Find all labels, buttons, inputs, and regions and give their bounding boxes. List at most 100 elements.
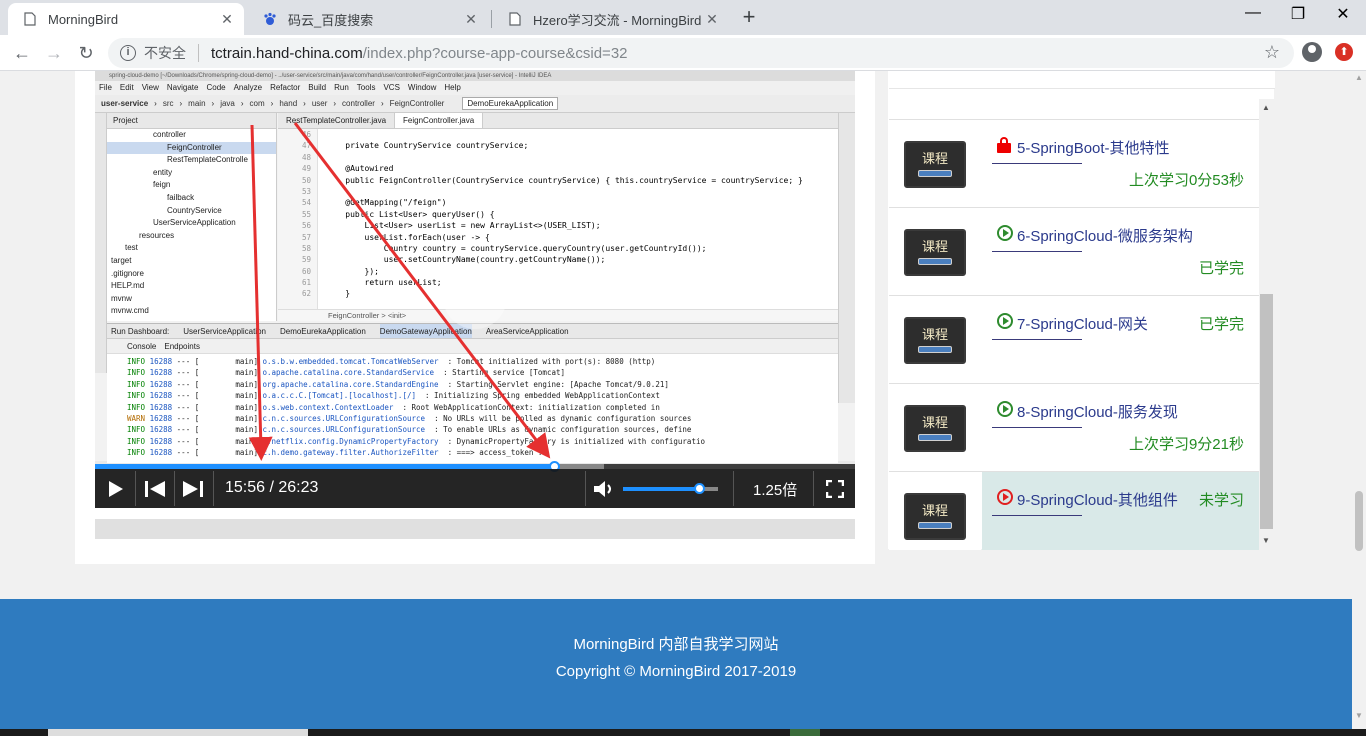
back-button[interactable]: ← bbox=[9, 40, 35, 66]
volume-fill bbox=[623, 487, 699, 491]
course-body[interactable]: 8-SpringCloud-服务发现上次学习9分21秒 bbox=[982, 384, 1259, 462]
page-icon bbox=[22, 11, 38, 27]
close-icon[interactable]: ✕ bbox=[218, 10, 236, 28]
tab-hzero[interactable]: Hzero学习交流 - MorningBird ✕ bbox=[493, 3, 729, 35]
divider bbox=[213, 471, 214, 506]
footer-copyright: Copyright © MorningBird 2017-2019 bbox=[555, 663, 797, 680]
page-icon bbox=[507, 11, 523, 27]
chalkboard-icon: 课程 bbox=[904, 141, 966, 188]
taskbar-item[interactable] bbox=[48, 729, 308, 736]
thumb-plate bbox=[918, 170, 952, 177]
restore-button[interactable]: ❐ bbox=[1283, 4, 1313, 24]
address-bar[interactable]: i 不安全 tctrain.hand-china.com /index.php?… bbox=[108, 38, 1294, 68]
play-circle-icon bbox=[997, 401, 1013, 417]
title-underline bbox=[992, 163, 1082, 164]
lock-icon bbox=[997, 137, 1011, 153]
title-underline bbox=[992, 515, 1082, 516]
bookmark-star-icon[interactable]: ☆ bbox=[1264, 42, 1280, 63]
volume-handle[interactable] bbox=[694, 483, 705, 494]
course-title[interactable]: 9-SpringCloud-其他组件 bbox=[1017, 489, 1178, 510]
tab-separator bbox=[491, 10, 492, 28]
playback-speed[interactable]: 1.25倍 bbox=[753, 479, 797, 500]
taskbar-item[interactable] bbox=[790, 729, 820, 736]
course-thumbnail[interactable]: 课程 bbox=[889, 296, 981, 374]
title-underline bbox=[992, 339, 1082, 340]
chalkboard-icon: 课程 bbox=[904, 405, 966, 452]
divider bbox=[585, 471, 586, 506]
course-title[interactable]: 5-SpringBoot-其他特性 bbox=[1017, 137, 1170, 158]
tab-strip: MorningBird ✕ 码云_百度搜索 ✕ Hzero学习交流 - Morn… bbox=[0, 0, 1366, 35]
divider bbox=[174, 471, 175, 506]
fullscreen-icon[interactable] bbox=[823, 469, 847, 508]
security-label: 不安全 bbox=[144, 45, 186, 61]
info-icon[interactable]: i bbox=[120, 45, 136, 61]
reload-button[interactable]: ↻ bbox=[73, 40, 99, 66]
scroll-down-icon[interactable]: ▼ bbox=[1355, 711, 1363, 720]
course-title[interactable]: 8-SpringCloud-服务发现 bbox=[1017, 401, 1178, 422]
arrow-line bbox=[248, 124, 273, 461]
tab-title: MorningBird bbox=[48, 11, 119, 27]
volume-icon[interactable] bbox=[591, 469, 617, 508]
play-overlay-icon bbox=[443, 265, 507, 329]
play-circle-icon bbox=[997, 313, 1013, 329]
scroll-up-icon[interactable]: ▲ bbox=[1262, 103, 1270, 112]
annotation-arrows bbox=[248, 122, 551, 461]
baidu-paw-icon bbox=[262, 11, 278, 27]
course-body[interactable]: 6-SpringCloud-微服务架构 已学完 bbox=[982, 208, 1259, 286]
previous-icon[interactable] bbox=[141, 469, 169, 508]
course-thumbnail[interactable]: 课程 bbox=[889, 472, 981, 550]
thumb-label: 课程 bbox=[921, 239, 948, 254]
tab-baidu[interactable]: 码云_百度搜索 ✕ bbox=[248, 3, 488, 35]
page-scrollbar[interactable]: ▲ ▼ bbox=[1352, 71, 1366, 736]
play-icon[interactable] bbox=[101, 469, 129, 508]
course-status: 上次学习9分21秒 bbox=[1128, 436, 1244, 453]
scroll-up-icon[interactable]: ▲ bbox=[1355, 73, 1363, 82]
course-title[interactable]: 6-SpringCloud-微服务架构 bbox=[1017, 225, 1193, 246]
course-status: 已学完 bbox=[1198, 260, 1244, 277]
course-list-scrollbar[interactable]: ▲ ▼ bbox=[1259, 99, 1275, 549]
course-thumbnail[interactable]: 课程 bbox=[889, 384, 981, 462]
course-title[interactable]: 7-SpringCloud-网关 bbox=[1017, 313, 1148, 334]
next-icon[interactable] bbox=[179, 469, 207, 508]
close-icon[interactable]: ✕ bbox=[462, 10, 480, 28]
chalkboard-icon: 课程 bbox=[904, 229, 966, 276]
tab-morningbird[interactable]: MorningBird ✕ bbox=[8, 3, 244, 35]
window-close-button[interactable]: ✕ bbox=[1328, 4, 1358, 24]
scroll-down-icon[interactable]: ▼ bbox=[1262, 536, 1270, 545]
course-thumbnail[interactable]: 课程 bbox=[889, 120, 981, 198]
chalkboard-icon: 课程 bbox=[904, 317, 966, 364]
course-body[interactable]: 9-SpringCloud-其他组件 未学习 bbox=[982, 472, 1259, 550]
new-tab-button[interactable]: + bbox=[737, 6, 761, 30]
course-thumbnail[interactable]: 课程 bbox=[889, 208, 981, 286]
thumb-label: 课程 bbox=[921, 151, 948, 166]
course-item[interactable]: 课程 7-SpringCloud-网关 已学完 bbox=[889, 295, 1259, 374]
forward-button[interactable]: → bbox=[41, 40, 67, 66]
course-item[interactable]: 课程 9-SpringCloud-其他组件 未学习 bbox=[889, 471, 1259, 550]
course-body[interactable]: 5-SpringBoot-其他特性 上次学习0分53秒 bbox=[982, 120, 1259, 198]
volume-slider[interactable] bbox=[623, 483, 718, 494]
course-item[interactable]: 课程 5-SpringBoot-其他特性 上次学习0分53秒 bbox=[889, 119, 1259, 198]
title-underline bbox=[992, 251, 1082, 252]
scroll-thumb[interactable] bbox=[1355, 491, 1363, 551]
course-status: 未学习 bbox=[1198, 492, 1244, 509]
thumb-plate bbox=[918, 258, 952, 265]
close-icon[interactable]: ✕ bbox=[703, 10, 721, 28]
course-body[interactable]: 7-SpringCloud-网关 已学完 bbox=[982, 296, 1259, 374]
play-circle-icon bbox=[997, 225, 1013, 241]
minimize-button[interactable]: — bbox=[1238, 4, 1268, 22]
course-item[interactable]: 课程 8-SpringCloud-服务发现上次学习9分21秒 bbox=[889, 383, 1259, 462]
play-circle-icon bbox=[997, 489, 1013, 505]
video-frame-ide: spring-cloud-demo [~/Downloads/Chrome/sp… bbox=[95, 71, 855, 463]
profile-avatar-icon[interactable] bbox=[1302, 42, 1322, 62]
os-taskbar bbox=[0, 729, 1366, 736]
thumb-plate bbox=[918, 346, 952, 353]
divider bbox=[733, 471, 734, 506]
course-item[interactable]: 课程 6-SpringCloud-微服务架构 已学完 bbox=[889, 207, 1259, 286]
thumb-label: 课程 bbox=[921, 503, 948, 518]
extension-icon[interactable]: ⬆ bbox=[1335, 43, 1353, 61]
time-display: 15:56 / 26:23 bbox=[225, 479, 319, 496]
scroll-thumb[interactable] bbox=[1260, 294, 1273, 529]
site-footer: MorningBird 内部自我学习网站 Copyright © Morning… bbox=[0, 599, 1352, 736]
course-status: 已学完 bbox=[1198, 316, 1244, 333]
video-player[interactable]: spring-cloud-demo [~/Downloads/Chrome/sp… bbox=[95, 71, 855, 508]
